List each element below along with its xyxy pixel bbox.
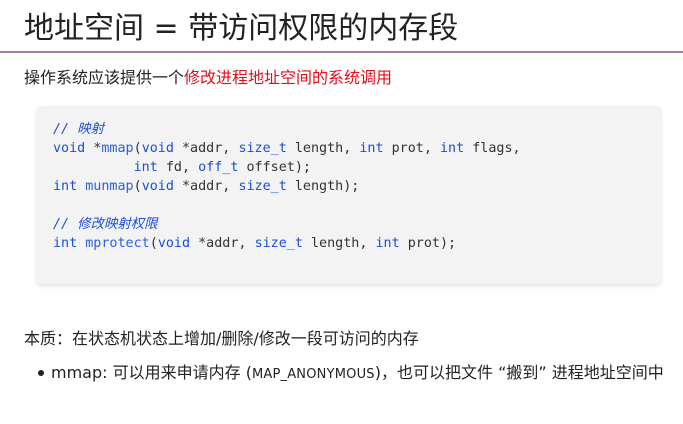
summary-text: 本质：在状态机状态上增加/删除/修改一段可访问的内存 (24, 329, 419, 348)
code-token: ( (133, 179, 142, 194)
code-function-name: mprotect (85, 236, 150, 251)
code-token: length, (286, 141, 360, 156)
bullet-dot-icon (38, 370, 44, 376)
code-token: flags, (464, 141, 521, 156)
code-function-name: mmap (101, 141, 134, 156)
bullet-text: mmap: 可以用来申请内存 (MAP_ANONYMOUS)，也可以把文件 “搬… (38, 360, 668, 388)
code-token: ( (149, 236, 158, 251)
intro-text: 操作系统应该提供一个修改进程地址空间的系统调用 (24, 65, 392, 91)
code-token: prot); (399, 236, 457, 251)
code-token: length); (286, 179, 360, 194)
bullet-constant: MAP_ANONYMOUS (251, 367, 375, 382)
code-block: // 映射 void *mmap(void *addr, size_t leng… (37, 106, 661, 284)
title-divider (0, 51, 683, 53)
code-token: size_t (254, 236, 303, 251)
code-token: *addr, (190, 236, 255, 251)
code-token: ( (133, 141, 142, 156)
code-function-name: munmap (85, 179, 134, 194)
intro-prefix: 操作系统应该提供一个 (24, 68, 185, 87)
code-token: offset); (238, 160, 311, 175)
bullet-part2: )，也可以把文件 “搬到” 进程地址空间中 (374, 363, 664, 382)
code-comment: // 映射 (53, 122, 104, 137)
intro-highlight: 修改进程地址空间的系统调用 (184, 68, 393, 87)
code-token: int (359, 141, 384, 156)
code-token: length, (302, 236, 376, 251)
bullet-part1: mmap: 可以用来申请内存 ( (51, 363, 252, 382)
code-token: void (157, 236, 191, 251)
code-token: void (53, 141, 86, 156)
code-token: size_t (238, 141, 287, 156)
bullet-item: mmap: 可以用来申请内存 (MAP_ANONYMOUS)，也可以把文件 “搬… (38, 360, 668, 388)
code-token: void (141, 179, 174, 194)
code-comment: // 修改映射权限 (53, 217, 158, 232)
code-token: *addr, (173, 141, 239, 156)
code-token: size_t (238, 179, 287, 194)
code-token: fd, (157, 160, 199, 175)
code-token: *addr, (173, 179, 239, 194)
code-token: off_t (198, 160, 239, 175)
code-token: int (375, 236, 400, 251)
code-token: int (53, 236, 78, 251)
code-token: int (440, 141, 465, 156)
slide-title: 地址空间 = 带访问权限的内存段 (24, 11, 459, 46)
code-listing: // 映射 void *mmap(void *addr, size_t leng… (53, 120, 521, 253)
code-token: void (141, 141, 174, 156)
code-token: prot, (383, 141, 440, 156)
code-token: int (133, 160, 158, 175)
code-token: int (53, 179, 78, 194)
code-token: * (85, 141, 102, 156)
